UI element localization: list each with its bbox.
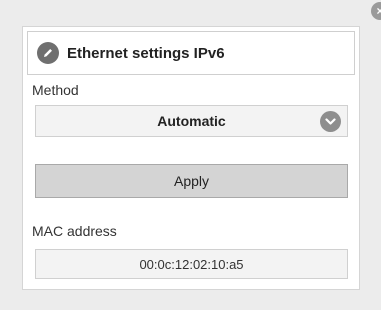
ethernet-settings-panel: Ethernet settings IPv6 Method Automatic …: [22, 26, 360, 290]
method-selected-value: Automatic: [157, 113, 226, 129]
mac-address-label: MAC address: [32, 223, 117, 239]
close-dialog-button[interactable]: ×: [371, 2, 381, 20]
panel-title: Ethernet settings IPv6: [67, 44, 225, 62]
chevron-down-icon[interactable]: [320, 111, 341, 132]
panel-header: Ethernet settings IPv6: [27, 31, 355, 75]
pencil-icon: [37, 42, 59, 64]
close-icon: ×: [376, 4, 381, 18]
mac-address-field: 00:0c:12:02:10:a5: [35, 249, 348, 279]
method-select[interactable]: Automatic: [35, 105, 348, 137]
apply-button[interactable]: Apply: [35, 164, 348, 198]
method-label: Method: [32, 82, 79, 98]
